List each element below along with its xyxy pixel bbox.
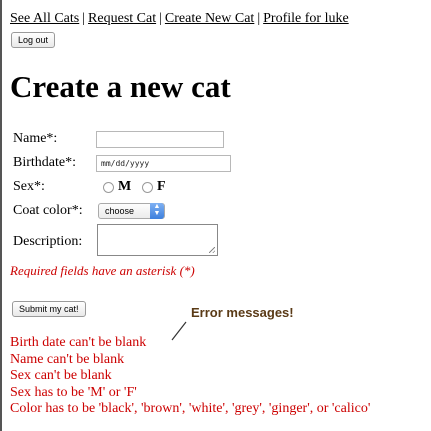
coat-color-selected: choose: [105, 206, 135, 216]
coat-color-label: Coat color*:: [13, 203, 83, 218]
error-message: Sex can't be blank: [10, 368, 112, 383]
error-list: Birth date can't be blank Name can't be …: [10, 335, 370, 418]
error-message: Color has to be 'black', 'brown', 'white…: [10, 401, 371, 416]
submit-button[interactable]: Submit my cat!: [12, 301, 86, 317]
left-border: [0, 0, 2, 431]
nav-separator: |: [159, 11, 162, 26]
nav-separator: |: [257, 11, 261, 26]
name-label: Name*:: [13, 131, 58, 146]
birthdate-label: Birthdate*:: [13, 155, 76, 170]
sex-radio-m[interactable]: [103, 182, 114, 193]
error-message: Birth date can't be blank: [10, 335, 147, 350]
error-message: Name can't be blank: [10, 351, 125, 367]
sex-option-m-label: M: [118, 179, 132, 194]
sex-option-f-label: F: [157, 179, 166, 194]
logout-button[interactable]: Log out: [11, 32, 56, 48]
description-textarea[interactable]: [97, 224, 218, 256]
sex-radio-f[interactable]: [142, 182, 153, 193]
name-field[interactable]: [96, 131, 224, 148]
nav-separator: |: [82, 11, 86, 26]
nav-link-create-new-cat[interactable]: Create New Cat: [165, 11, 254, 26]
nav-link-see-all-cats[interactable]: See All Cats: [10, 11, 79, 26]
resize-grip-icon[interactable]: [209, 247, 215, 253]
description-label: Description:: [13, 234, 83, 249]
coat-color-select[interactable]: choose ▲ ▼: [98, 203, 165, 219]
error-message: Sex has to be 'M' or 'F': [10, 384, 137, 400]
birthdate-field[interactable]: mm/dd/yyyy: [96, 155, 231, 172]
page-title: Create a new cat: [10, 69, 231, 104]
error-messages-annotation: Error messages!: [191, 305, 294, 320]
sex-label: Sex*:: [13, 179, 45, 194]
updown-arrow-icon: ▲ ▼: [150, 203, 164, 219]
nav-link-request-cat[interactable]: Request Cat: [88, 11, 156, 26]
nav-link-profile[interactable]: Profile for luke: [263, 11, 349, 26]
required-fields-note: Required fields have an asterisk (*): [10, 263, 195, 278]
top-nav: See All Cats | Request Cat | Create New Cat |…: [10, 11, 349, 27]
